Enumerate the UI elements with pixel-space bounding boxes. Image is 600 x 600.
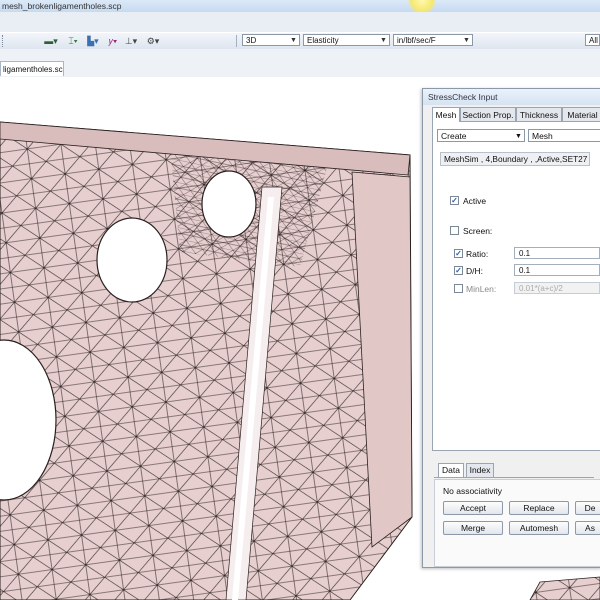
medium-hole xyxy=(96,217,168,303)
action-value: Create xyxy=(441,131,467,141)
chevron-down-icon: ▼ xyxy=(463,37,470,44)
active-checkbox[interactable]: ✓ xyxy=(450,196,459,205)
screen-label: Screen: xyxy=(463,226,493,236)
tab-material[interactable]: Material xyxy=(562,107,600,121)
constraint-icon[interactable]: ⚙▾ xyxy=(142,35,164,47)
document-tab-bar: ligamentholes.scp xyxy=(0,49,600,77)
units-select[interactable]: in/lbf/sec/F ▼ xyxy=(393,34,473,46)
active-label: Active xyxy=(463,196,487,206)
chevron-down-icon: ▼ xyxy=(380,37,387,44)
screen-checkbox[interactable] xyxy=(450,226,459,235)
chevron-down-icon: ▼ xyxy=(290,37,297,44)
accept-button[interactable]: Accept xyxy=(443,501,503,515)
toolbar-separator xyxy=(236,35,237,47)
delete-button[interactable]: De xyxy=(575,501,600,515)
mesh-type-value: Mesh xyxy=(532,131,553,141)
small-hole xyxy=(201,170,257,238)
chart-icon[interactable]: ▙▾ xyxy=(82,35,104,47)
load-icon[interactable]: ⊥▾ xyxy=(120,35,142,47)
filter-value: All xyxy=(589,36,598,45)
dh-label: D/H: xyxy=(466,266,483,276)
action-select[interactable]: Create ▼ xyxy=(437,129,525,142)
analysis-type-select[interactable]: Elasticity ▼ xyxy=(303,34,390,46)
main-toolbar: ▬▾ ⌶▾ ▙▾ 𝑦▾ ⊥▾ ⚙▾ 3D ▼ Elasticity ▼ in/lbf… xyxy=(0,32,600,50)
dialog-tabs: Mesh Section Prop. Thickness Material xyxy=(432,107,600,122)
merge-button[interactable]: Merge xyxy=(443,521,503,535)
tab-index[interactable]: Index xyxy=(466,463,494,477)
filter-select[interactable]: All xyxy=(585,34,600,46)
mesh-pane: Create ▼ Mesh MeshSim , 4,Boundary , ,Act… xyxy=(432,121,600,451)
association-status: No associativity xyxy=(443,486,503,496)
mesh-record-row[interactable]: MeshSim , 4,Boundary , ,Active,SET27 xyxy=(440,152,590,166)
units-value: in/lbf/sec/F xyxy=(397,36,436,45)
automesh-button[interactable]: Automesh xyxy=(509,521,569,535)
view-mode-select[interactable]: 3D ▼ xyxy=(242,34,300,46)
bottom-tabs: Data Index xyxy=(434,463,594,478)
ratio-input[interactable]: 0.1 xyxy=(514,247,600,259)
stresscheck-input-dialog: StressCheck Input Mesh Section Prop. Thi… xyxy=(422,88,600,568)
tab-thickness[interactable]: Thickness xyxy=(516,107,562,121)
analysis-type-value: Elasticity xyxy=(307,36,339,45)
dh-input[interactable]: 0.1 xyxy=(514,264,600,276)
ratio-checkbox[interactable]: ✓ xyxy=(454,249,463,258)
tab-section-prop[interactable]: Section Prop. xyxy=(460,107,516,121)
tab-data[interactable]: Data xyxy=(438,463,464,477)
dimension-icon[interactable]: ⌶▾ xyxy=(62,35,84,47)
ribbon-band xyxy=(0,12,600,33)
replace-button[interactable]: Replace xyxy=(509,501,569,515)
tab-mesh[interactable]: Mesh xyxy=(432,107,460,122)
toolbar-grip[interactable] xyxy=(2,35,6,47)
minlen-checkbox[interactable] xyxy=(454,284,463,293)
layer-icon[interactable]: ▬▾ xyxy=(40,35,62,47)
minlen-input[interactable]: 0.01*(a+c)/2 xyxy=(514,282,600,294)
window-title: mesh_brokenligamentholes.scp xyxy=(2,1,122,11)
dh-checkbox[interactable]: ✓ xyxy=(454,266,463,275)
minlen-label: MinLen: xyxy=(466,284,497,294)
ratio-label: Ratio: xyxy=(466,249,489,259)
document-tab[interactable]: ligamentholes.scp xyxy=(0,61,64,76)
association-panel: No associativity Accept Replace De Merge… xyxy=(434,479,600,567)
associate-button[interactable]: As xyxy=(575,521,600,535)
mesh-type-select[interactable]: Mesh xyxy=(528,129,600,142)
chevron-down-icon: ▼ xyxy=(515,133,522,140)
view-mode-value: 3D xyxy=(246,36,257,45)
dialog-title: StressCheck Input xyxy=(423,89,600,105)
